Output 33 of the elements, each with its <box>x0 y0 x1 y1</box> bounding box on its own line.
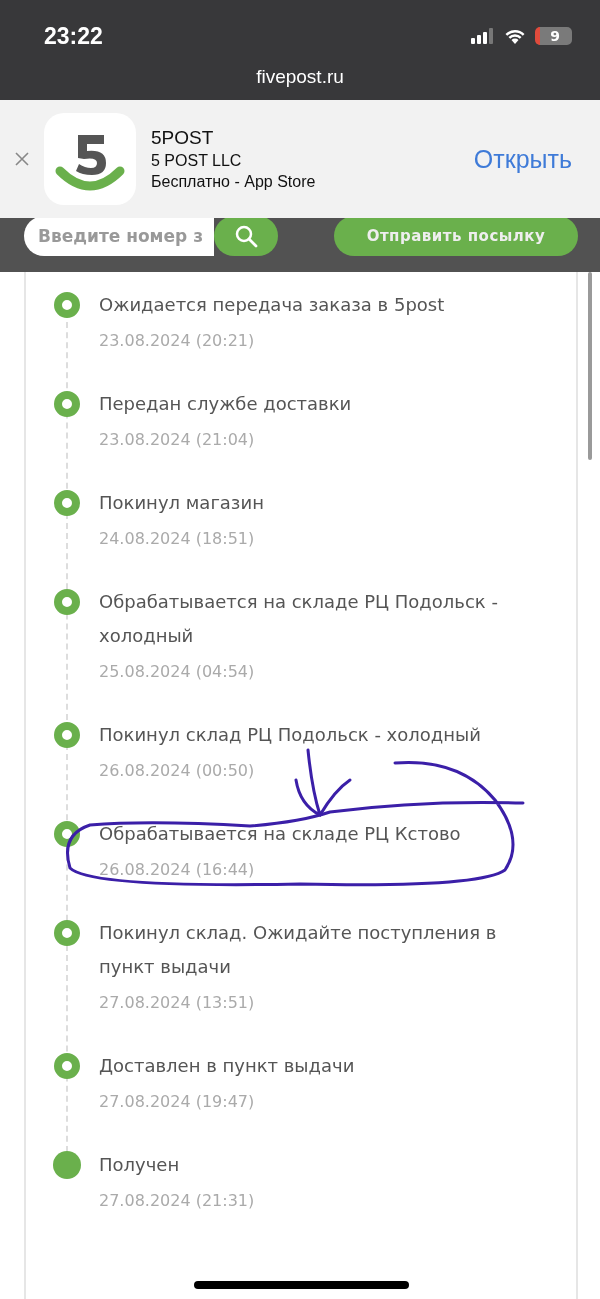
search-field[interactable]: Введите номер з <box>24 218 214 256</box>
event-title: Обрабатывается на складе РЦ Кстово <box>99 822 462 846</box>
event-date: 27.08.2024 (21:31) <box>99 1190 256 1212</box>
app-logo-icon <box>44 113 136 205</box>
search-icon <box>234 224 258 248</box>
clock-time: 23:22 <box>44 22 103 50</box>
open-app-link[interactable]: Открыть <box>473 144 572 174</box>
event-title: Обрабатывается на складе РЦ Подольск - холодный <box>99 590 499 648</box>
app-price: Бесплатно - App Store <box>151 173 317 191</box>
event-date: 24.08.2024 (18:51) <box>99 528 256 550</box>
signal-icon <box>471 28 496 44</box>
address-url[interactable]: fivepost.ru <box>256 66 344 88</box>
battery-indicator: 9 <box>535 27 572 45</box>
event-date: 26.08.2024 (00:50) <box>99 760 256 782</box>
event-title: Ожидается передача заказа в 5post <box>99 293 446 317</box>
event-date: 23.08.2024 (20:21) <box>99 330 256 352</box>
event-title: Покинул магазин <box>99 491 265 515</box>
event-date: 23.08.2024 (21:04) <box>99 429 256 451</box>
event-title: Покинул склад. Ожидайте поступления в пункт выдачи <box>99 921 498 979</box>
wifi-icon <box>504 28 527 44</box>
event-title: Получен <box>99 1153 181 1177</box>
app-name: 5POST <box>151 127 215 149</box>
event-date: 27.08.2024 (19:47) <box>99 1091 256 1113</box>
event-date: 27.08.2024 (13:51) <box>99 992 256 1014</box>
search-button[interactable] <box>214 218 278 256</box>
event-title: Доставлен в пункт выдачи <box>99 1054 356 1078</box>
event-date: 26.08.2024 (16:44) <box>99 859 256 881</box>
event-title: Покинул склад РЦ Подольск - холодный <box>99 723 482 747</box>
event-date: 25.08.2024 (04:54) <box>99 661 256 683</box>
send-parcel-button[interactable]: Отправить посылку <box>334 218 578 256</box>
close-icon[interactable] <box>15 152 29 166</box>
event-title: Передан службе доставки <box>99 392 353 416</box>
app-developer: 5 POST LLC <box>151 152 243 170</box>
